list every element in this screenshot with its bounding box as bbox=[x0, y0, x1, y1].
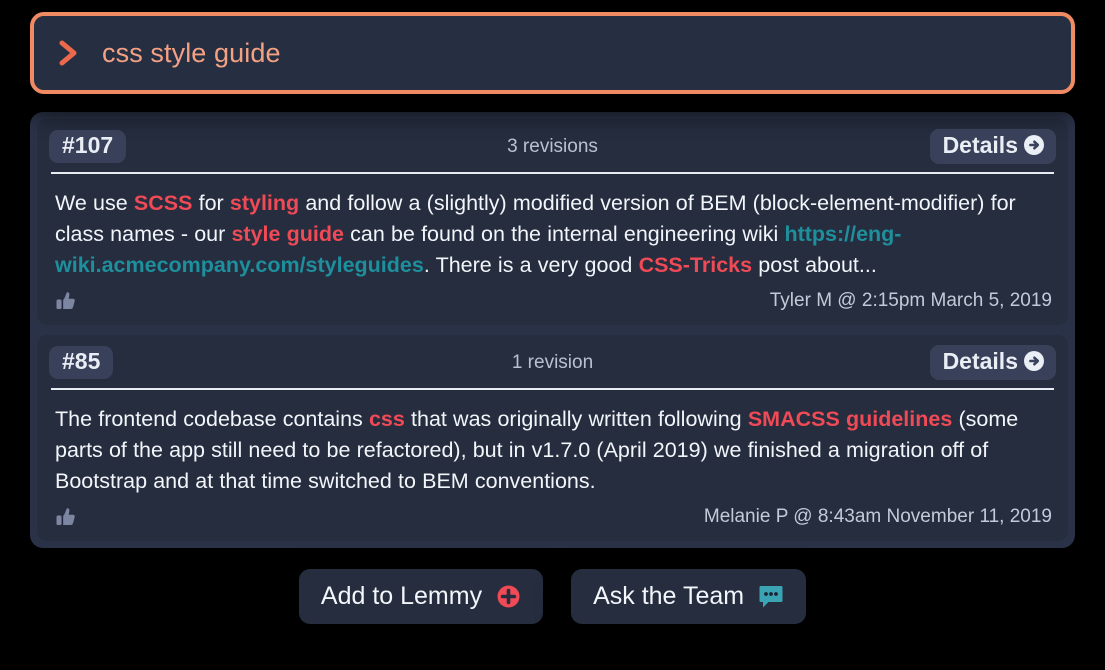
snippet-text: The frontend codebase contains bbox=[55, 407, 369, 431]
result-byline: Melanie P @ 8:43am November 11, 2019 bbox=[703, 506, 1052, 527]
snippet-highlight: styling bbox=[229, 191, 300, 215]
chat-bubble-icon bbox=[758, 584, 784, 609]
snippet-highlight: SCSS bbox=[133, 191, 193, 215]
snippet-text: post about... bbox=[752, 253, 877, 277]
result-snippet: The frontend codebase contains css that … bbox=[55, 404, 1050, 497]
add-to-lemmy-label: Add to Lemmy bbox=[320, 582, 483, 610]
ask-the-team-button[interactable]: Ask the Team bbox=[571, 569, 807, 624]
result-card[interactable]: #85 1 revision Details The frontend code… bbox=[37, 335, 1068, 541]
result-footer: Tyler M @ 2:15pm March 5, 2019 bbox=[37, 287, 1068, 325]
result-header: #107 3 revisions Details bbox=[37, 119, 1068, 174]
result-body: We use SCSS for styling and follow a (sl… bbox=[37, 174, 1068, 287]
result-card[interactable]: #107 3 revisions Details We use SCSS for… bbox=[37, 119, 1068, 325]
arrow-circle-right-icon bbox=[1023, 350, 1045, 372]
snippet-text: We use bbox=[55, 191, 134, 215]
details-button[interactable]: Details bbox=[929, 344, 1056, 381]
details-button[interactable]: Details bbox=[929, 128, 1056, 165]
revision-count: 1 revision bbox=[511, 351, 594, 373]
snippet-highlight: SMACSS guidelines bbox=[747, 407, 953, 431]
result-id-badge: #107 bbox=[49, 129, 127, 164]
snippet-text: can be found on the internal engineering… bbox=[343, 222, 785, 246]
search-bar[interactable]: css style guide bbox=[30, 12, 1075, 94]
details-label: Details bbox=[942, 131, 1018, 158]
arrow-circle-right-icon bbox=[1023, 134, 1045, 156]
result-snippet: We use SCSS for styling and follow a (sl… bbox=[55, 188, 1050, 281]
search-input[interactable]: css style guide bbox=[102, 38, 281, 69]
result-footer: Melanie P @ 8:43am November 11, 2019 bbox=[37, 503, 1068, 541]
details-label: Details bbox=[942, 347, 1018, 374]
snippet-highlight: CSS-Tricks bbox=[638, 253, 753, 277]
ask-the-team-label: Ask the Team bbox=[593, 582, 745, 610]
snippet-text: . There is a very good bbox=[423, 253, 639, 277]
result-id-badge: #85 bbox=[49, 345, 114, 380]
chevron-right-icon bbox=[56, 38, 82, 68]
results-panel: #107 3 revisions Details We use SCSS for… bbox=[30, 112, 1075, 548]
result-byline: Tyler M @ 2:15pm March 5, 2019 bbox=[769, 290, 1052, 311]
plus-circle-icon bbox=[496, 584, 521, 609]
add-to-lemmy-button[interactable]: Add to Lemmy bbox=[298, 569, 544, 624]
snippet-text: that was originally written following bbox=[404, 407, 748, 431]
snippet-text: for bbox=[192, 191, 230, 215]
snippet-highlight: css bbox=[368, 407, 405, 431]
result-body: The frontend codebase contains css that … bbox=[37, 390, 1068, 503]
thumbs-up-icon[interactable] bbox=[55, 505, 79, 529]
snippet-highlight: style guide bbox=[231, 222, 344, 246]
action-bar: Add to Lemmy Ask the Team bbox=[22, 569, 1083, 624]
thumbs-up-icon[interactable] bbox=[55, 289, 79, 313]
revision-count: 3 revisions bbox=[507, 135, 598, 157]
result-header: #85 1 revision Details bbox=[37, 335, 1068, 390]
app-root: css style guide #107 3 revisions Details bbox=[0, 0, 1105, 670]
